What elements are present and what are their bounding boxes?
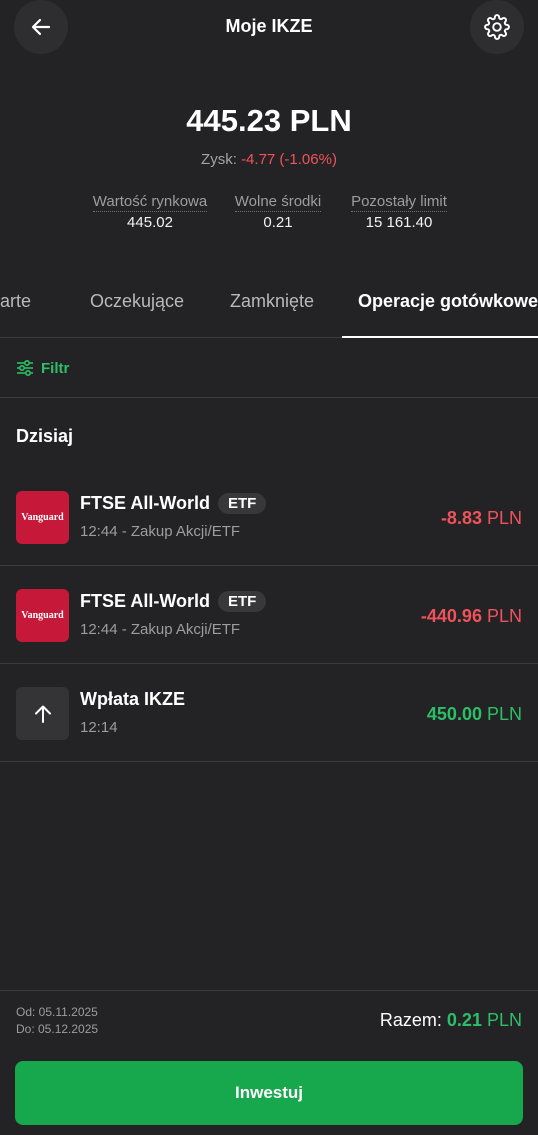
footer-divider [0, 990, 538, 991]
transaction-amount: -8.83 PLN [441, 508, 522, 529]
transaction-name: Wpłata IKZE [80, 689, 185, 710]
vanguard-logo: Vanguard [16, 491, 69, 544]
date-range[interactable]: Od: 05.11.2025 Do: 05.12.2025 [16, 1004, 98, 1038]
page-title: Moje IKZE [225, 16, 313, 36]
total-amount: 0.21 [446, 1010, 482, 1030]
settings-button[interactable] [470, 0, 524, 54]
amount-value: 450.00 [426, 704, 482, 724]
deposit-icon-box [16, 687, 69, 740]
invest-button[interactable]: Inwestuj [15, 1061, 523, 1125]
total-label: Razem: [379, 1010, 442, 1030]
date-from: Od: 05.11.2025 [16, 1005, 98, 1019]
stat-value: 445.02 [127, 214, 173, 231]
stat-label: Pozostały limit [351, 193, 447, 212]
transaction-amount: -440.96 PLN [421, 606, 522, 627]
amount-value: -8.83 [440, 508, 482, 528]
amount-value: -440.96 [420, 606, 482, 626]
tab-pending[interactable]: Oczekujące [90, 291, 184, 312]
etf-badge: ETF [218, 493, 267, 514]
tab-bar: arte Oczekujące Zamknięte Operacje gotów… [0, 281, 538, 338]
deposit-name: Wpłata IKZE [80, 689, 186, 709]
transaction-subtitle: 12:14 [80, 719, 118, 736]
transaction-row[interactable]: Vanguard FTSE All-World ETF 12:44 - Zaku… [0, 468, 538, 566]
transaction-name: FTSE All-World ETF [80, 493, 267, 514]
tab-closed[interactable]: Zamknięte [230, 291, 314, 312]
stat-remaining-limit[interactable]: Pozostały limit 15 161.40 [343, 193, 455, 231]
amount-currency: PLN [486, 508, 522, 528]
stat-value: 15 161.40 [365, 214, 433, 231]
stat-label: Wolne środki [234, 193, 322, 212]
transaction-name: FTSE All-World ETF [80, 591, 267, 612]
total-currency: PLN [486, 1010, 522, 1030]
stat-label: Wartość rynkowa [92, 193, 208, 212]
filter-label: Filtr [41, 359, 70, 377]
section-title-today: Dzisiaj [16, 426, 74, 446]
filter-button[interactable]: Filtr [16, 356, 69, 380]
instrument-name: FTSE All-World [80, 493, 210, 513]
profit-line: Zysk: -4.77 (-1.06%) [0, 151, 538, 168]
vanguard-logo: Vanguard [16, 589, 69, 642]
profit-value: -4.77 (-1.06%) [241, 151, 337, 168]
divider [0, 397, 538, 398]
stat-market-value[interactable]: Wartość rynkowa 445.02 [88, 193, 212, 231]
tab-cash-operations[interactable]: Operacje gotówkowe [358, 291, 538, 312]
etf-badge: ETF [218, 591, 267, 612]
transaction-row[interactable]: Wpłata IKZE 12:14 450.00 PLN [0, 664, 538, 762]
stat-value: 0.21 [263, 214, 293, 231]
transaction-amount: 450.00 PLN [427, 704, 522, 725]
arrow-up-icon [34, 705, 51, 723]
stats-row: Wartość rynkowa 445.02 Wolne środki 0.21… [0, 193, 538, 235]
header: Moje IKZE [0, 0, 538, 56]
stat-free-funds[interactable]: Wolne środki 0.21 [230, 193, 326, 231]
transaction-subtitle: 12:44 - Zakup Akcji/ETF [80, 621, 241, 638]
gear-icon [484, 14, 510, 40]
amount-currency: PLN [486, 606, 522, 626]
transaction-row[interactable]: Vanguard FTSE All-World ETF 12:44 - Zaku… [0, 566, 538, 664]
active-tab-indicator [342, 336, 538, 338]
total-summary: Razem: 0.21 PLN [380, 1010, 522, 1031]
instrument-name: FTSE All-World [80, 591, 210, 611]
sliders-icon [17, 359, 33, 377]
amount-currency: PLN [486, 704, 522, 724]
transaction-subtitle: 12:44 - Zakup Akcji/ETF [80, 523, 241, 540]
account-balance: 445.23 PLN [186, 103, 352, 138]
profit-label: Zysk: [201, 151, 237, 168]
date-to: Do: 05.12.2025 [16, 1022, 99, 1036]
tab-open-positions[interactable]: arte [0, 291, 31, 312]
